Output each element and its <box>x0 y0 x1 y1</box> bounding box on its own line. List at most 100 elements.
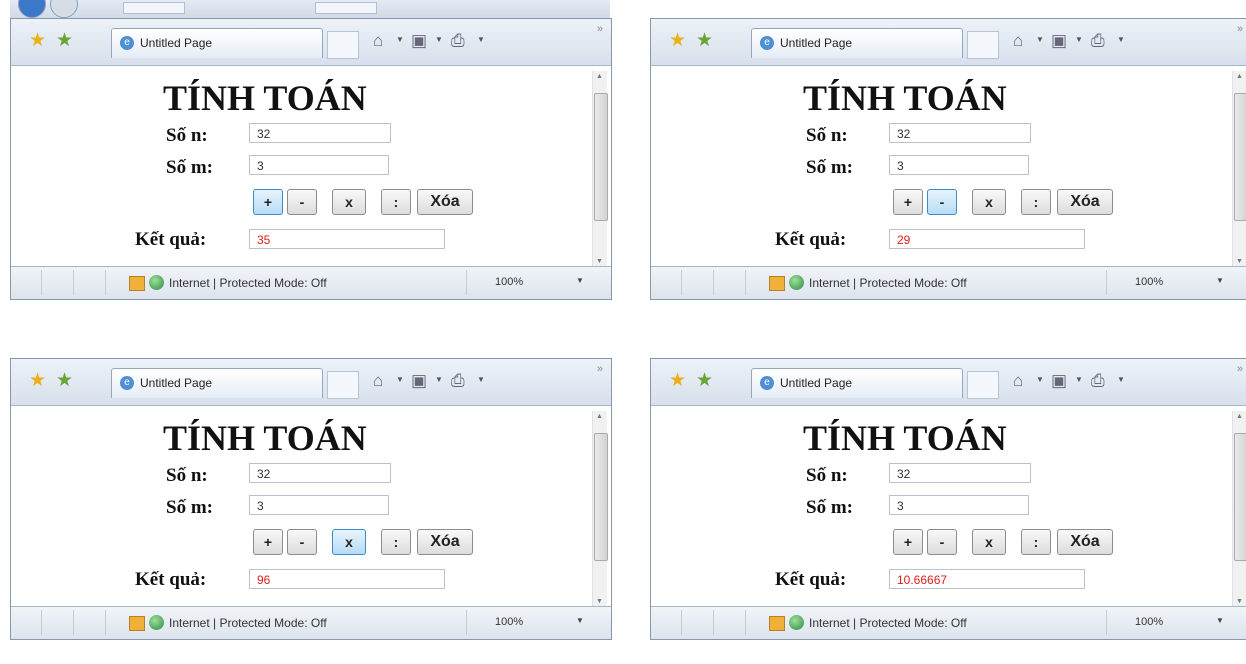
add-button[interactable]: + <box>893 189 923 215</box>
add-favorite-icon[interactable]: ★ <box>696 31 713 50</box>
add-favorite-icon[interactable]: ★ <box>696 371 713 390</box>
zoom-dropdown-icon[interactable]: ▼ <box>576 276 584 285</box>
subtract-button[interactable]: - <box>287 529 317 555</box>
multiply-button[interactable]: x <box>972 189 1006 215</box>
vertical-scrollbar[interactable]: ▲ ▼ <box>592 71 608 267</box>
add-favorite-icon[interactable]: ★ <box>56 31 73 50</box>
clear-button[interactable]: Xóa <box>1057 529 1113 555</box>
input-m[interactable]: 3 <box>249 155 389 175</box>
print-dropdown-icon[interactable]: ▼ <box>477 375 485 384</box>
home-dropdown-icon[interactable]: ▼ <box>396 375 404 384</box>
feeds-icon[interactable]: ▣ <box>411 31 427 51</box>
clear-button[interactable]: Xóa <box>417 189 473 215</box>
scrollbar-thumb[interactable] <box>594 93 608 221</box>
security-icon[interactable] <box>129 276 145 291</box>
zoom-level[interactable]: 100% <box>495 276 523 288</box>
add-button[interactable]: + <box>253 529 283 555</box>
scrollbar-thumb[interactable] <box>1234 93 1246 221</box>
zoom-dropdown-icon[interactable]: ▼ <box>1216 276 1224 285</box>
subtract-button[interactable]: - <box>927 529 957 555</box>
divide-button[interactable]: : <box>1021 189 1051 215</box>
zoom-dropdown-icon[interactable]: ▼ <box>1216 616 1224 625</box>
toolbar-overflow-icon[interactable]: » <box>1237 23 1243 35</box>
divide-button[interactable]: : <box>381 189 411 215</box>
feeds-dropdown-icon[interactable]: ▼ <box>1075 35 1083 44</box>
print-dropdown-icon[interactable]: ▼ <box>477 35 485 44</box>
input-m[interactable]: 3 <box>249 495 389 515</box>
home-icon[interactable]: ⌂ <box>1013 371 1023 391</box>
scroll-up-icon[interactable]: ▲ <box>1236 73 1243 80</box>
toolbar-overflow-icon[interactable]: » <box>597 23 603 35</box>
feeds-icon[interactable]: ▣ <box>1051 31 1067 51</box>
input-n[interactable]: 32 <box>249 123 391 143</box>
home-dropdown-icon[interactable]: ▼ <box>1036 375 1044 384</box>
favorites-star-icon[interactable]: ★ <box>669 31 686 50</box>
add-button[interactable]: + <box>253 189 283 215</box>
feeds-dropdown-icon[interactable]: ▼ <box>435 375 443 384</box>
scroll-down-icon[interactable]: ▼ <box>596 598 603 605</box>
vertical-scrollbar[interactable]: ▲ ▼ <box>1232 71 1246 267</box>
scrollbar-thumb[interactable] <box>1234 433 1246 561</box>
scroll-up-icon[interactable]: ▲ <box>1236 413 1243 420</box>
input-n[interactable]: 32 <box>889 463 1031 483</box>
print-dropdown-icon[interactable]: ▼ <box>1117 375 1125 384</box>
browser-tab[interactable]: e Untitled Page <box>111 28 323 58</box>
browser-tab[interactable]: e Untitled Page <box>751 28 963 58</box>
new-tab-button[interactable] <box>327 31 359 59</box>
print-icon[interactable]: ⎙ <box>1091 371 1105 391</box>
security-icon[interactable] <box>129 616 145 631</box>
zoom-level[interactable]: 100% <box>495 616 523 628</box>
zoom-level[interactable]: 100% <box>1135 276 1163 288</box>
zoom-dropdown-icon[interactable]: ▼ <box>576 616 584 625</box>
multiply-button[interactable]: x <box>972 529 1006 555</box>
print-icon[interactable]: ⎙ <box>451 371 465 391</box>
home-icon[interactable]: ⌂ <box>373 31 383 51</box>
status-zone-text[interactable]: Internet | Protected Mode: Off <box>169 616 327 630</box>
security-icon[interactable] <box>769 616 785 631</box>
add-favorite-icon[interactable]: ★ <box>56 371 73 390</box>
home-icon[interactable]: ⌂ <box>373 371 383 391</box>
favorites-star-icon[interactable]: ★ <box>29 31 46 50</box>
print-icon[interactable]: ⎙ <box>1091 31 1105 51</box>
home-dropdown-icon[interactable]: ▼ <box>1036 35 1044 44</box>
input-m[interactable]: 3 <box>889 155 1029 175</box>
zoom-level[interactable]: 100% <box>1135 616 1163 628</box>
divide-button[interactable]: : <box>1021 529 1051 555</box>
result-field[interactable]: 10.66667 <box>889 569 1085 589</box>
result-field[interactable]: 29 <box>889 229 1085 249</box>
print-icon[interactable]: ⎙ <box>451 31 465 51</box>
new-tab-button[interactable] <box>967 31 999 59</box>
home-dropdown-icon[interactable]: ▼ <box>396 35 404 44</box>
browser-tab[interactable]: e Untitled Page <box>751 368 963 398</box>
clear-button[interactable]: Xóa <box>1057 189 1113 215</box>
scrollbar-thumb[interactable] <box>594 433 608 561</box>
feeds-dropdown-icon[interactable]: ▼ <box>435 35 443 44</box>
input-n[interactable]: 32 <box>249 463 391 483</box>
favorites-star-icon[interactable]: ★ <box>29 371 46 390</box>
feeds-dropdown-icon[interactable]: ▼ <box>1075 375 1083 384</box>
result-field[interactable]: 35 <box>249 229 445 249</box>
scroll-down-icon[interactable]: ▼ <box>1236 258 1243 265</box>
multiply-button[interactable]: x <box>332 529 366 555</box>
add-button[interactable]: + <box>893 529 923 555</box>
browser-tab[interactable]: e Untitled Page <box>111 368 323 398</box>
new-tab-button[interactable] <box>327 371 359 399</box>
scroll-down-icon[interactable]: ▼ <box>1236 598 1243 605</box>
security-icon[interactable] <box>769 276 785 291</box>
clear-button[interactable]: Xóa <box>417 529 473 555</box>
input-n[interactable]: 32 <box>889 123 1031 143</box>
multiply-button[interactable]: x <box>332 189 366 215</box>
scroll-up-icon[interactable]: ▲ <box>596 413 603 420</box>
scroll-down-icon[interactable]: ▼ <box>596 258 603 265</box>
toolbar-overflow-icon[interactable]: » <box>1237 363 1243 375</box>
toolbar-overflow-icon[interactable]: » <box>597 363 603 375</box>
home-icon[interactable]: ⌂ <box>1013 31 1023 51</box>
vertical-scrollbar[interactable]: ▲ ▼ <box>592 411 608 607</box>
divide-button[interactable]: : <box>381 529 411 555</box>
vertical-scrollbar[interactable]: ▲ ▼ <box>1232 411 1246 607</box>
status-zone-text[interactable]: Internet | Protected Mode: Off <box>809 276 967 290</box>
subtract-button[interactable]: - <box>927 189 957 215</box>
status-zone-text[interactable]: Internet | Protected Mode: Off <box>169 276 327 290</box>
new-tab-button[interactable] <box>967 371 999 399</box>
subtract-button[interactable]: - <box>287 189 317 215</box>
